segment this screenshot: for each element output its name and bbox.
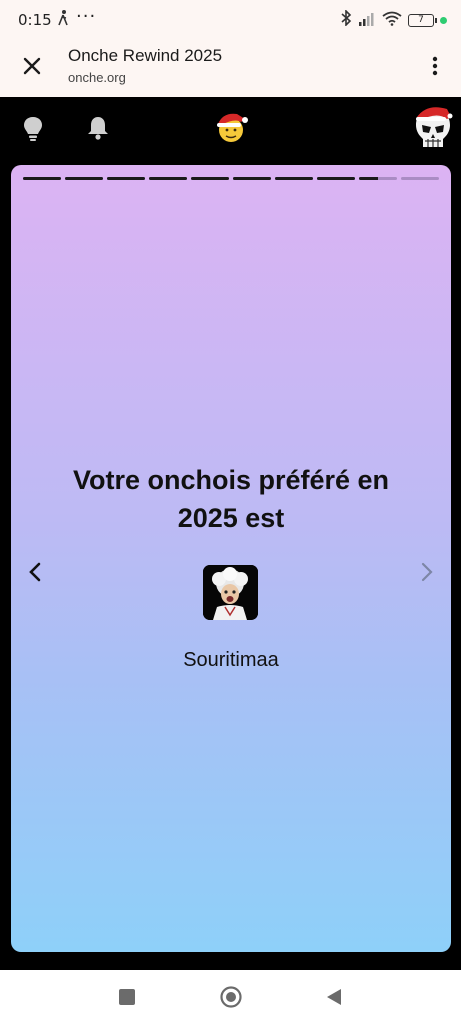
story-title: Votre onchois préféré en 2025 est [72, 465, 390, 533]
progress-segment-fill [233, 177, 271, 180]
story-progress-bar [23, 177, 439, 180]
progress-segment [149, 177, 187, 180]
bell-icon[interactable] [87, 115, 109, 146]
status-time: 0:15 [18, 11, 52, 29]
santa-emoji-icon[interactable] [213, 110, 249, 149]
app-header [0, 97, 461, 160]
battery-icon: 7 [408, 13, 437, 27]
notification-dots: ··· [76, 6, 97, 27]
progress-segment [65, 177, 103, 180]
progress-segment-fill [317, 177, 355, 180]
progress-segment [359, 177, 397, 180]
skull-avatar-icon[interactable] [413, 103, 453, 156]
progress-segment-fill [23, 177, 61, 180]
wifi-icon [382, 11, 402, 30]
progress-segment [191, 177, 229, 180]
progress-segment-fill [275, 177, 313, 180]
page-title: Onche Rewind 2025 [68, 46, 223, 65]
progress-segment-fill [65, 177, 103, 180]
rewind-story-card[interactable]: Votre onchois préféré en 2025 est Sourit… [11, 165, 451, 952]
status-bar: 0:15 ··· 7 [0, 0, 461, 38]
lightbulb-icon[interactable] [22, 116, 44, 147]
system-navigation-bar [0, 970, 461, 1024]
progress-segment-fill [191, 177, 229, 180]
privacy-indicator-dot [440, 16, 447, 24]
progress-segment [23, 177, 61, 180]
page-url[interactable]: onche.org [68, 70, 126, 85]
favorite-user-avatar [203, 565, 258, 620]
progress-segment [317, 177, 355, 180]
favorite-username: Souritimaa [183, 649, 279, 671]
close-icon[interactable] [20, 54, 44, 78]
next-arrow-icon[interactable] [417, 560, 437, 584]
back-triangle-icon[interactable] [324, 987, 344, 1007]
bluetooth-icon [340, 9, 352, 30]
progress-segment-fill [359, 177, 378, 180]
previous-arrow-icon[interactable] [25, 560, 45, 584]
home-circle-icon[interactable] [219, 985, 242, 1008]
signal-icon [358, 11, 376, 30]
progress-segment [107, 177, 145, 180]
progress-segment [233, 177, 271, 180]
walking-icon [56, 9, 70, 31]
progress-segment [275, 177, 313, 180]
browser-toolbar: Onche Rewind 2025 onche.org [0, 38, 461, 97]
more-options-icon[interactable] [431, 54, 439, 78]
progress-segment-fill [149, 177, 187, 180]
progress-segment-fill [107, 177, 145, 180]
progress-segment [401, 177, 439, 180]
recents-square-icon[interactable] [117, 987, 137, 1007]
